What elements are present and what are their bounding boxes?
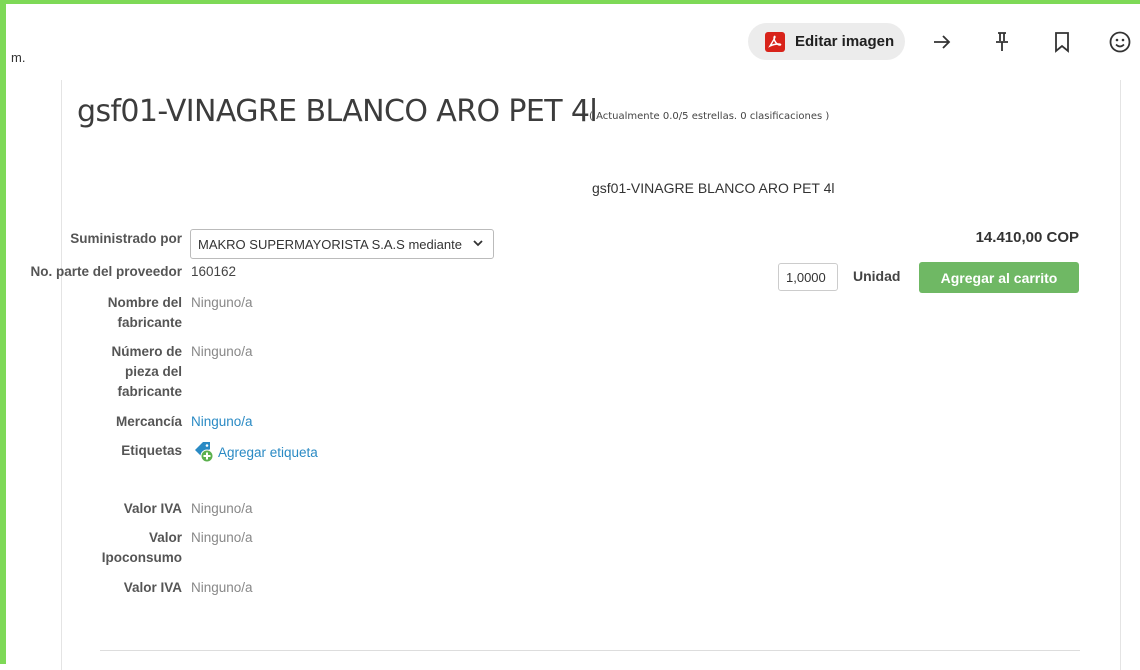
- pdf-icon: [765, 31, 785, 52]
- chevron-down-icon: [472, 237, 484, 252]
- edit-image-button[interactable]: Editar imagen: [748, 23, 905, 60]
- iva2-value: Ninguno/a: [191, 580, 253, 595]
- unit-label: Unidad: [853, 268, 901, 284]
- smiley-icon[interactable]: [1108, 30, 1132, 54]
- supplier-select-value: MAKRO SUPERMAYORISTA S.A.S mediante: [198, 236, 462, 252]
- manufacturer-part-value: Ninguno/a: [191, 344, 253, 359]
- tags-label: Etiquetas: [121, 443, 182, 458]
- merchandise-label: Mercancía: [115, 414, 182, 429]
- rating-text: ( Actualmente 0.0/5 estrellas. 0 clasifi…: [589, 111, 830, 122]
- edit-image-label: Editar imagen: [795, 33, 895, 50]
- manufacturer-name-label: Nombre del fabricante: [107, 295, 182, 330]
- product-subtitle: gsf01-VINAGRE BLANCO ARO PET 4l: [592, 180, 835, 196]
- image-toolbar: Editar imagen: [740, 22, 1140, 62]
- quantity-input[interactable]: [778, 263, 838, 291]
- ipoconsumo-label: Valor Ipoconsumo: [101, 530, 182, 565]
- supplier-part-label: No. parte del proveedor: [30, 264, 182, 279]
- iva2-label: Valor IVA: [123, 580, 182, 595]
- ipoconsumo-value: Ninguno/a: [191, 530, 253, 545]
- divider: [100, 650, 1080, 651]
- supplied-by-label: Suministrado por: [70, 231, 182, 246]
- supplier-select[interactable]: MAKRO SUPERMAYORISTA S.A.S mediante: [190, 229, 494, 259]
- iva-value: Ninguno/a: [191, 501, 253, 516]
- merchandise-value[interactable]: Ninguno/a: [191, 412, 253, 432]
- bookmark-icon[interactable]: [1050, 30, 1074, 54]
- supplier-part-value: 160162: [191, 264, 237, 279]
- product-title: gsf01-VINAGRE BLANCO ARO PET 4l: [77, 94, 598, 129]
- truncated-text: m.: [11, 50, 26, 65]
- manufacturer-name-value: Ninguno/a: [191, 295, 253, 310]
- price: 14.410,00 COP: [975, 229, 1079, 246]
- tag-add-icon: [195, 442, 214, 463]
- arrow-right-icon[interactable]: [930, 30, 954, 54]
- iva-label: Valor IVA: [123, 501, 182, 516]
- manufacturer-part-label: Número de pieza del fabricante: [111, 344, 182, 399]
- add-tag-link[interactable]: Agregar etiqueta: [193, 441, 318, 463]
- pin-icon[interactable]: [990, 30, 1014, 54]
- add-to-cart-button[interactable]: Agregar al carrito: [919, 262, 1079, 293]
- add-tag-label: Agregar etiqueta: [218, 444, 318, 460]
